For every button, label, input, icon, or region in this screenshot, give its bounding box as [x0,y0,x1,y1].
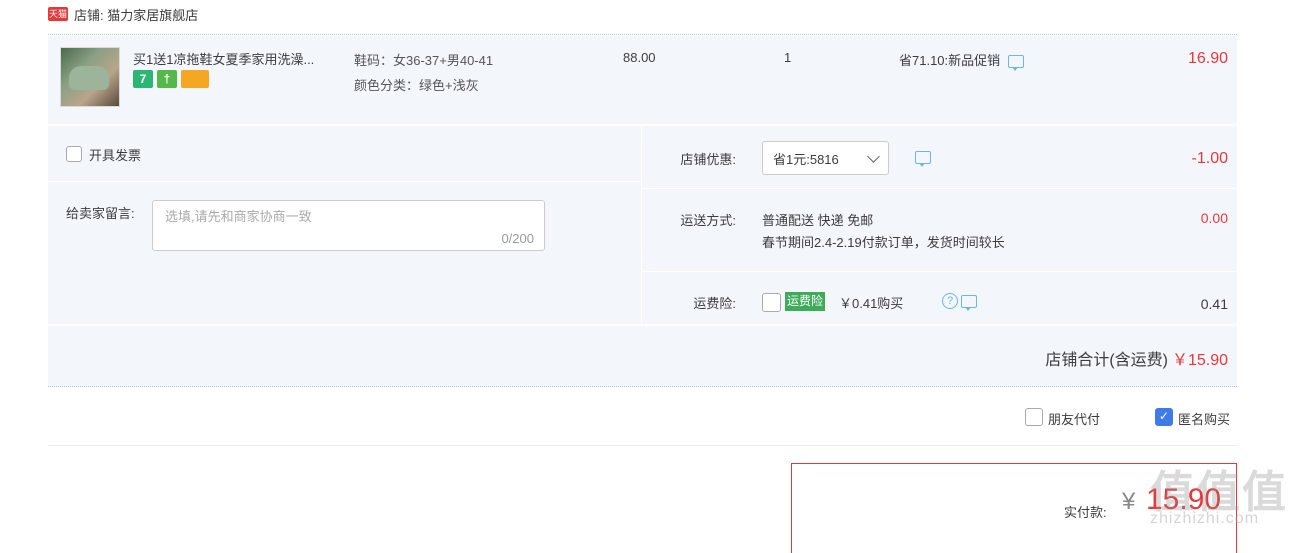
shop-total-value: ￥15.90 [1171,352,1228,369]
shop-coupon-select[interactable]: 省1元:5816 [762,141,889,175]
sku-color: 颜色分类：绿色+浅灰 [354,78,479,93]
anonymous-purchase-label[interactable]: 匿名购买 [1178,409,1230,428]
chat-bubble-icon[interactable] [915,151,931,167]
payment-label: 实付款: [1064,505,1107,520]
shipping-insurance-checkbox[interactable] [762,293,781,312]
shipping-method: 普通配送 快递 免邮 [762,213,874,228]
divider [642,188,1237,189]
coupon-selected-value: 省1元:5816 [773,151,839,167]
chat-bubble-icon[interactable] [960,295,977,311]
friend-pay-checkbox[interactable] [1025,408,1043,426]
chevron-down-icon [867,149,880,163]
currency-symbol: ¥ [1122,488,1136,515]
promotion-text: 省71.10:新品促销 [899,53,1001,68]
divider [48,445,1237,446]
shop-total-label: 店铺合计(含运费) [1045,352,1168,369]
shipping-insurance-value: 0.41 [1200,296,1228,312]
tmall-logo-icon: 天猫 [48,7,68,21]
unit-price: 88.00 [623,50,656,65]
chat-bubble-icon[interactable] [1008,55,1025,71]
divider [48,181,641,182]
seller-message-box[interactable]: 0/200 [152,200,545,251]
slipper-image [69,66,109,90]
shipping-insurance-label: 运费险: [693,296,736,311]
coupon-discount-value: -1.00 [1191,150,1228,167]
seller-message-input[interactable] [165,209,525,224]
seller-message-label: 给卖家留言: [66,206,135,221]
watermark-url: zhizhizhi.com [1150,510,1260,527]
shipping-label: 运送方式: [680,213,736,228]
shipping-notice: 春节期间2.4-2.19付款订单，发货时间较长 [762,235,1005,250]
help-icon[interactable]: ? [942,293,958,309]
friend-pay-label[interactable]: 朋友代付 [1048,409,1100,428]
shop-name-link[interactable]: 店铺: 猫力家居旗舰店 [74,5,198,24]
credit-card-icon[interactable] [181,70,209,88]
promotion: 省71.10:新品促销 [899,50,1025,71]
shipping-insurance-price: ￥0.41购买 [839,296,904,311]
shipping-fee: 0.00 [1200,210,1228,226]
seven-day-return-icon[interactable]: 7 [133,70,153,88]
quantity: 1 [784,50,792,65]
sku-size: 鞋码：女36-37+男40-41 [354,53,494,68]
product-title-link[interactable]: 买1送1凉拖鞋女夏季家用洗澡... [133,49,343,68]
product-thumbnail[interactable] [60,47,120,107]
guarantee-icon[interactable]: † [157,70,177,88]
divider [48,34,1237,35]
divider [642,271,1237,272]
invoice-label[interactable]: 开具发票 [89,145,141,164]
item-subtotal: 16.90 [1187,50,1228,67]
message-char-count: 0/200 [501,231,534,246]
shop-coupon-label: 店铺优惠: [680,152,736,167]
shop-header: 天猫 店铺: 猫力家居旗舰店 [48,4,198,24]
anonymous-purchase-checkbox[interactable]: ✓ [1155,408,1173,426]
shipping-insurance-badge: 运费险 [785,292,826,311]
invoice-checkbox[interactable] [66,146,82,162]
